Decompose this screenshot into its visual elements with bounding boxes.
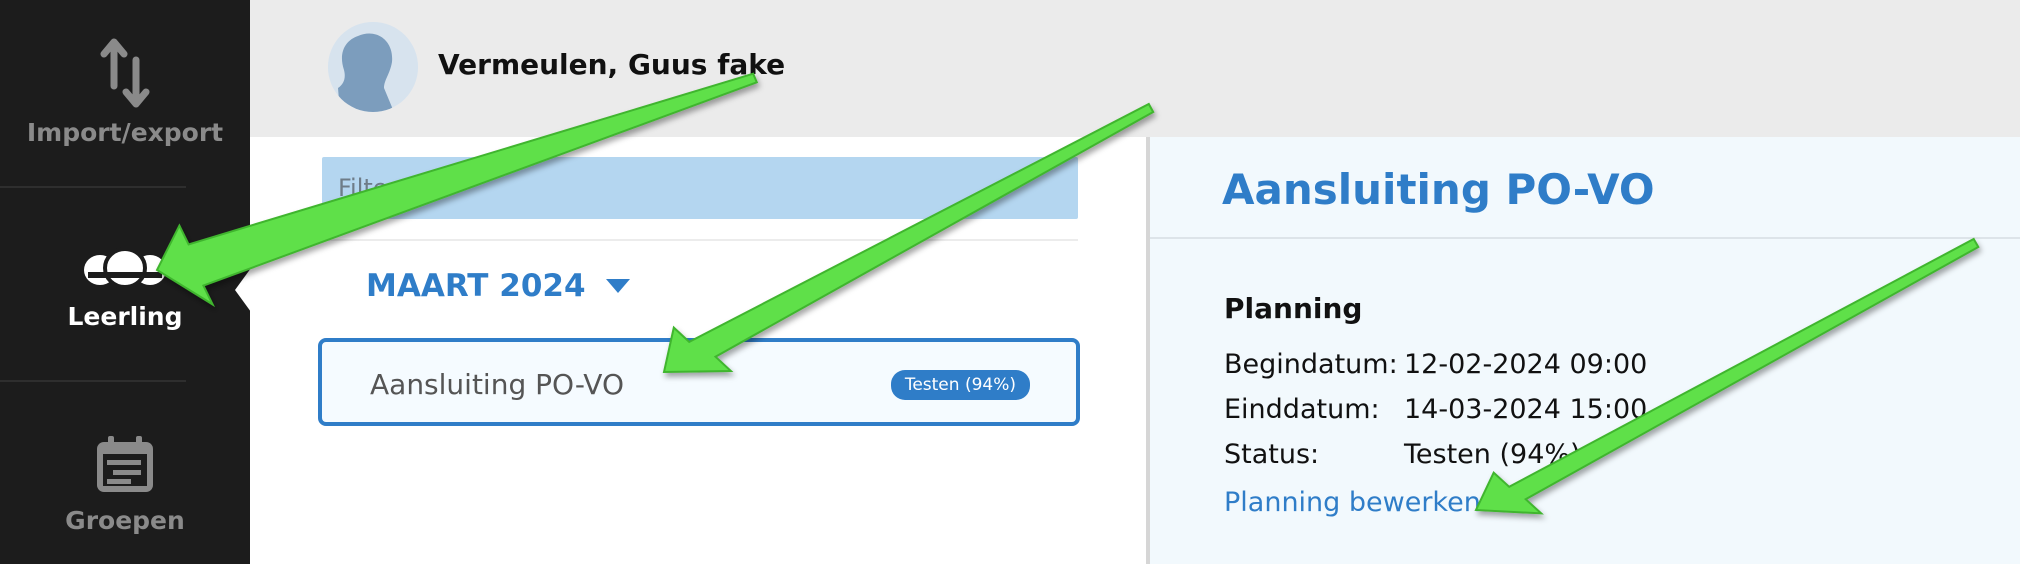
field-label: Begindatum: [1224, 349, 1398, 380]
sidebar-item-label: Groepen [65, 506, 185, 535]
sidebar-divider [0, 186, 186, 188]
sidebar-divider [0, 380, 186, 382]
edit-planning-link[interactable]: Planning bewerken [1224, 487, 1481, 518]
sidebar-item-leerling[interactable]: Leerling [0, 244, 250, 331]
field-einddatum: Einddatum: 14-03-2024 15:00 [1224, 394, 1647, 425]
list-item-title: Aansluiting PO-VO [370, 368, 624, 401]
avatar[interactable] [328, 22, 418, 112]
field-value: 14-03-2024 15:00 [1404, 394, 1648, 425]
detail-title: Aansluiting PO-VO [1222, 165, 1655, 214]
detail-divider [1150, 237, 2020, 239]
arrow-to-list-item [662, 102, 1155, 374]
month-label: MAART 2024 [366, 268, 586, 304]
section-heading: Planning [1224, 292, 1363, 325]
sidebar-item-label: Import/export [26, 118, 224, 147]
field-value: Testen (94%) [1404, 439, 1581, 470]
field-value: 12-02-2024 09:00 [1404, 349, 1648, 380]
sidebar-item-import-export[interactable]: Import/export [0, 38, 250, 147]
field-label: Status: [1224, 439, 1320, 470]
field-status: Status: Testen (94%) [1224, 439, 1581, 470]
list-item[interactable]: Aansluiting PO-VO Testen (94%) [318, 338, 1080, 426]
user-silhouette-icon [328, 22, 418, 112]
sidebar-item-label: Leerling [67, 302, 183, 331]
list-divider [322, 239, 1078, 241]
filter-field[interactable] [322, 157, 1078, 219]
field-label: Einddatum: [1224, 394, 1380, 425]
caret-down-icon [605, 279, 630, 293]
detail-panel: Aansluiting PO-VO Planning Begindatum: 12… [1146, 137, 2020, 564]
active-indicator [235, 268, 251, 312]
sidebar-item-groepen[interactable]: Groepen [0, 434, 250, 535]
field-begindatum: Begindatum: 12-02-2024 09:00 [1224, 349, 1647, 380]
user-name: Vermeulen, Guus fake [438, 48, 786, 81]
month-selector[interactable]: MAART 2024 [366, 268, 630, 304]
header-bar: Vermeulen, Guus fake [250, 0, 2020, 137]
filter-input[interactable] [322, 157, 1054, 219]
import-export-icon [100, 38, 150, 108]
groups-calendar-icon [97, 436, 153, 492]
status-badge: Testen (94%) [890, 370, 1030, 400]
students-icon [84, 247, 166, 289]
sidebar: Import/export Leerling Groepen [0, 0, 251, 564]
